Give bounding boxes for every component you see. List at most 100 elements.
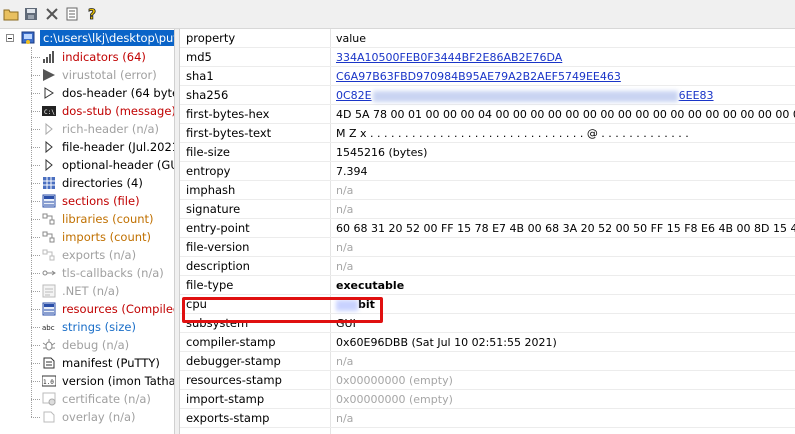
close-icon[interactable] [43, 6, 61, 22]
list-icon[interactable] [63, 6, 81, 22]
tree-item[interactable]: certificate (n/a) [42, 390, 174, 408]
tree-connector [31, 381, 40, 382]
tree-item[interactable]: directories (4) [42, 174, 174, 192]
property-name: import-stamp [186, 392, 265, 406]
sha256-suffix[interactable]: 6EE83 [679, 89, 714, 102]
grid-row[interactable]: file-size 1545216 (bytes) [180, 143, 795, 162]
tree-item[interactable]: resources (Compiled- [42, 300, 174, 318]
tree-item-label: optional-header (GUI) [62, 158, 174, 172]
grid-row[interactable]: signature n/a [180, 200, 795, 219]
tree-item-label: version (imon Tathan [62, 374, 174, 388]
libraries-icon [42, 212, 56, 226]
tree-item-label: .NET (n/a) [62, 284, 120, 298]
tree-connector [31, 219, 40, 220]
tree-item[interactable]: 1.0 version (imon Tathan [41, 372, 174, 390]
tree-item[interactable]: dos-header (64 bytes) [42, 84, 174, 102]
property-value: 4D 5A 78 00 01 00 00 00 04 00 00 00 00 0… [336, 108, 795, 121]
tree-item[interactable]: overlay (n/a) [42, 408, 174, 426]
tree-item-label: virustotal (error) [62, 68, 157, 82]
property-name: compiler-stamp [186, 335, 276, 349]
optional-header-icon [42, 158, 56, 172]
tree-item[interactable]: .NET (n/a) [42, 282, 174, 300]
tree-connector [31, 93, 40, 94]
redacted-block [372, 90, 678, 102]
tree-connector [31, 417, 40, 418]
tree-item-label: file-header (Jul.2021) [62, 140, 174, 154]
executable-icon [19, 30, 37, 46]
grid-row[interactable]: exports-stamp n/a [180, 409, 795, 428]
header-property[interactable]: property [186, 29, 326, 48]
property-name: imphash [186, 183, 236, 197]
help-icon[interactable]: ? [84, 6, 102, 22]
grid-row[interactable]: entropy 7.394 [180, 162, 795, 181]
tree-connector [31, 57, 40, 58]
tree-connector [31, 111, 40, 112]
property-name: file-type [186, 278, 234, 292]
tree-connector [31, 147, 40, 148]
property-value: 60 68 31 20 52 00 FF 15 78 E7 4B 00 68 3… [336, 222, 795, 235]
collapse-icon[interactable] [6, 34, 14, 42]
tree-item[interactable]: C:\ dos-stub (message) [42, 102, 174, 120]
tree-item-label: resources (Compiled- [62, 302, 174, 316]
tree-item[interactable]: libraries (count) [42, 210, 174, 228]
open-folder-icon[interactable] [2, 6, 20, 22]
property-name: md5 [186, 50, 212, 64]
svg-text:abc: abc [42, 324, 55, 332]
tree-item[interactable]: manifest (PuTTY) [42, 354, 174, 372]
tree-root[interactable]: c:\users\lkj\desktop\put [0, 29, 174, 47]
tree-item-label: overlay (n/a) [62, 410, 136, 424]
properties-grid: property value md5 334A10500FEB0F3444BF2E… [180, 29, 795, 434]
property-name: file-version [186, 240, 250, 254]
grid-row[interactable]: file-type executable [180, 276, 795, 295]
tree-item[interactable]: indicators (64) [42, 48, 174, 66]
property-value: n/a [336, 203, 354, 216]
tree-item[interactable]: rich-header (n/a) [42, 120, 174, 138]
tree-item-label: rich-header (n/a) [62, 122, 160, 136]
property-value[interactable]: 334A10500FEB0F3444BF2E86AB2E76DA [336, 48, 562, 67]
tree-item[interactable]: optional-header (GUI) [42, 156, 174, 174]
version-icon: 1.0 [41, 374, 57, 388]
rich-header-icon [42, 122, 56, 136]
sha256-prefix[interactable]: 0C82E [336, 89, 372, 102]
tree-item[interactable]: virustotal (error) [42, 66, 174, 84]
highlight-box [182, 297, 383, 323]
tree-item[interactable]: abc strings (size) [42, 318, 174, 336]
svg-text:C:\: C:\ [44, 109, 55, 116]
property-value[interactable]: C6A97B63FBD970984B95AE79A2B2AEF5749EE463 [336, 67, 621, 86]
exports-icon [42, 248, 56, 262]
grid-row[interactable]: resources-stamp 0x00000000 (empty) [180, 371, 795, 390]
virustotal-icon [42, 68, 56, 82]
grid-row[interactable]: entry-point 60 68 31 20 52 00 FF 15 78 E7… [180, 219, 795, 238]
property-name: debugger-stamp [186, 354, 281, 368]
grid-row[interactable]: debugger-stamp n/a [180, 352, 795, 371]
tree-item[interactable]: tls-callbacks (n/a) [42, 264, 174, 282]
property-name: description [186, 259, 250, 273]
svg-text:1.0: 1.0 [43, 379, 54, 386]
grid-row[interactable]: imphash n/a [180, 181, 795, 200]
header-value[interactable]: value [336, 29, 366, 48]
tree-root-label[interactable]: c:\users\lkj\desktop\put [40, 30, 174, 46]
grid-row[interactable]: compiler-stamp 0x60E96DBB (Sat Jul 10 02:… [180, 333, 795, 352]
tree-item[interactable]: debug (n/a) [42, 336, 174, 354]
svg-text:?: ? [88, 7, 96, 22]
grid-row[interactable]: import-stamp 0x00000000 (empty) [180, 390, 795, 409]
grid-row[interactable]: sha256 0C82E 6EE83 [180, 86, 795, 105]
tree-item[interactable]: file-header (Jul.2021) [42, 138, 174, 156]
tree-connector [31, 129, 40, 130]
property-value: 0x00000000 (empty) [336, 374, 453, 387]
save-icon[interactable] [22, 6, 40, 22]
file-header-icon [42, 140, 56, 154]
tree-item-label: directories (4) [62, 176, 143, 190]
grid-row[interactable]: file-version n/a [180, 238, 795, 257]
tree-item[interactable]: exports (n/a) [42, 246, 174, 264]
tree-item[interactable]: sections (file) [42, 192, 174, 210]
tree-item[interactable]: imports (count) [42, 228, 174, 246]
grid-row[interactable]: first-bytes-hex 4D 5A 78 00 01 00 00 00 0… [180, 105, 795, 124]
grid-row[interactable]: sha1 C6A97B63FBD970984B95AE79A2B2AEF5749E… [180, 67, 795, 86]
overlay-icon [42, 410, 56, 424]
grid-row[interactable]: first-bytes-text M Z x . . . . . . . . . … [180, 124, 795, 143]
grid-row[interactable]: md5 334A10500FEB0F3444BF2E86AB2E76DA [180, 48, 795, 67]
tree-item-label: sections (file) [62, 194, 140, 208]
manifest-icon [42, 356, 56, 370]
grid-row[interactable]: description n/a [180, 257, 795, 276]
